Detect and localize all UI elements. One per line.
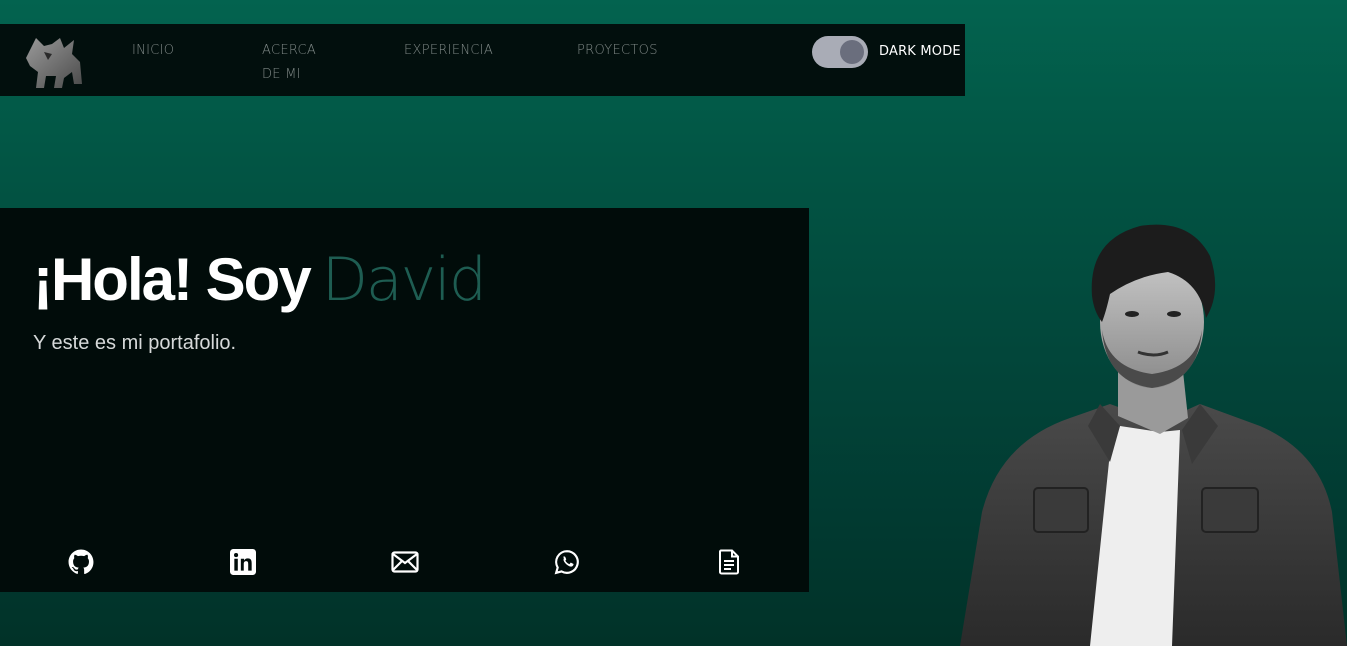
portrait-photo bbox=[960, 212, 1347, 646]
hero-subtitle: Y este es mi portafolio. bbox=[33, 332, 237, 354]
nav-link-acerca[interactable]: ACERCA DE MI bbox=[262, 39, 322, 87]
document-icon[interactable] bbox=[715, 548, 743, 576]
toggle-knob bbox=[840, 40, 864, 64]
email-icon[interactable] bbox=[391, 548, 419, 576]
dark-mode-toggle[interactable] bbox=[812, 36, 868, 68]
linkedin-icon[interactable] bbox=[229, 548, 257, 576]
nav-link-experiencia[interactable]: EXPERIENCIA bbox=[404, 39, 493, 63]
hero-greeting: ¡Hola! Soy bbox=[33, 246, 312, 313]
fox-logo-icon[interactable] bbox=[22, 32, 86, 90]
navbar: INICIO ACERCA DE MI EXPERIENCIA PROYECTO… bbox=[0, 24, 965, 96]
whatsapp-icon[interactable] bbox=[553, 548, 581, 576]
github-icon[interactable] bbox=[67, 548, 95, 576]
hero-name: David bbox=[321, 245, 487, 315]
nav-link-proyectos[interactable]: PROYECTOS bbox=[577, 39, 658, 63]
dark-mode-label: DARK MODE bbox=[879, 44, 961, 59]
hero-title: ¡Hola! Soy David bbox=[33, 244, 487, 316]
nav-link-inicio[interactable]: INICIO bbox=[132, 39, 174, 63]
